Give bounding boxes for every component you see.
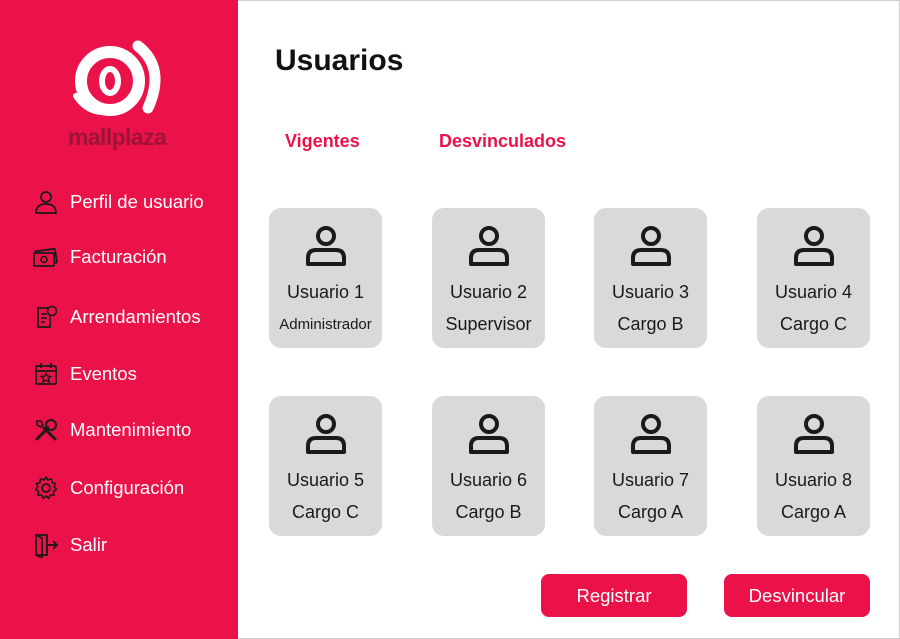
user-card[interactable]: Usuario 1 Administrador <box>269 208 382 348</box>
user-card[interactable]: Usuario 3 Cargo B <box>594 208 707 348</box>
user-role: Cargo A <box>617 502 684 522</box>
document-dollar-icon <box>32 303 60 331</box>
user-avatar-icon <box>467 411 511 455</box>
user-card[interactable]: Usuario 4 Cargo C <box>757 208 870 348</box>
sidebar-item-arrendamientos[interactable]: Arrendamientos <box>32 301 232 333</box>
sidebar-item-facturacion[interactable]: Facturación <box>32 241 232 273</box>
user-name: Usuario 4 <box>774 282 853 302</box>
user-name: Usuario 5 <box>286 470 365 490</box>
user-avatar-icon <box>792 223 836 267</box>
user-card[interactable]: Usuario 6 Cargo B <box>432 396 545 536</box>
user-role: Cargo B <box>617 314 684 334</box>
user-role: Cargo A <box>780 502 847 522</box>
sidebar-item-label: Arrendamientos <box>70 306 201 327</box>
user-name: Usuario 7 <box>611 470 690 490</box>
sidebar-item-label: Mantenimiento <box>70 419 192 440</box>
user-name: Usuario 6 <box>449 470 528 490</box>
sidebar-item-label: Facturación <box>70 246 167 267</box>
unlink-button[interactable]: Desvincular <box>724 574 870 617</box>
sidebar-item-label: Perfil de usuario <box>70 191 204 212</box>
mallplaza-logo[interactable]: mallplaza <box>62 38 174 153</box>
sidebar: mallplaza Perfil de usuario Facturación … <box>0 0 238 639</box>
user-avatar-icon <box>304 223 348 267</box>
user-avatar-icon <box>467 223 511 267</box>
user-card[interactable]: Usuario 8 Cargo A <box>757 396 870 536</box>
money-icon <box>32 243 60 271</box>
user-role: Administrador <box>279 316 372 333</box>
calendar-star-icon <box>32 360 60 388</box>
user-avatar-icon <box>629 223 673 267</box>
user-role: Cargo B <box>455 502 522 522</box>
user-name: Usuario 2 <box>449 282 528 302</box>
user-card[interactable]: Usuario 7 Cargo A <box>594 396 707 536</box>
sidebar-item-perfil[interactable]: Perfil de usuario <box>32 186 232 218</box>
user-name: Usuario 8 <box>774 470 853 490</box>
user-role: Cargo C <box>291 502 360 522</box>
user-name: Usuario 3 <box>611 282 690 302</box>
user-role: Supervisor <box>445 314 532 334</box>
tab-desvinculados[interactable]: Desvinculados <box>439 131 566 152</box>
sidebar-item-configuracion[interactable]: Configuración <box>32 472 232 504</box>
user-name: Usuario 1 <box>286 282 365 302</box>
user-card[interactable]: Usuario 2 Supervisor <box>432 208 545 348</box>
sidebar-item-eventos[interactable]: Eventos <box>32 358 232 390</box>
user-icon <box>32 188 60 216</box>
user-avatar-icon <box>792 411 836 455</box>
tab-vigentes[interactable]: Vigentes <box>285 131 360 152</box>
page-title: Usuarios <box>275 44 404 77</box>
sidebar-item-label: Eventos <box>70 363 137 384</box>
sidebar-item-label: Configuración <box>70 477 185 498</box>
register-button[interactable]: Registrar <box>541 574 687 617</box>
user-avatar-icon <box>304 411 348 455</box>
sidebar-item-label: Salir <box>70 534 108 555</box>
gear-icon <box>32 474 60 502</box>
sidebar-item-salir[interactable]: Salir <box>32 529 232 561</box>
tools-icon <box>32 416 60 444</box>
user-avatar-icon <box>629 411 673 455</box>
user-role: Cargo C <box>779 314 848 334</box>
logo-text: mallplaza <box>68 124 167 150</box>
logo-mark-icon <box>73 40 161 116</box>
logout-icon <box>32 531 60 559</box>
sidebar-item-mantenimiento[interactable]: Mantenimiento <box>32 414 232 446</box>
user-card[interactable]: Usuario 5 Cargo C <box>269 396 382 536</box>
